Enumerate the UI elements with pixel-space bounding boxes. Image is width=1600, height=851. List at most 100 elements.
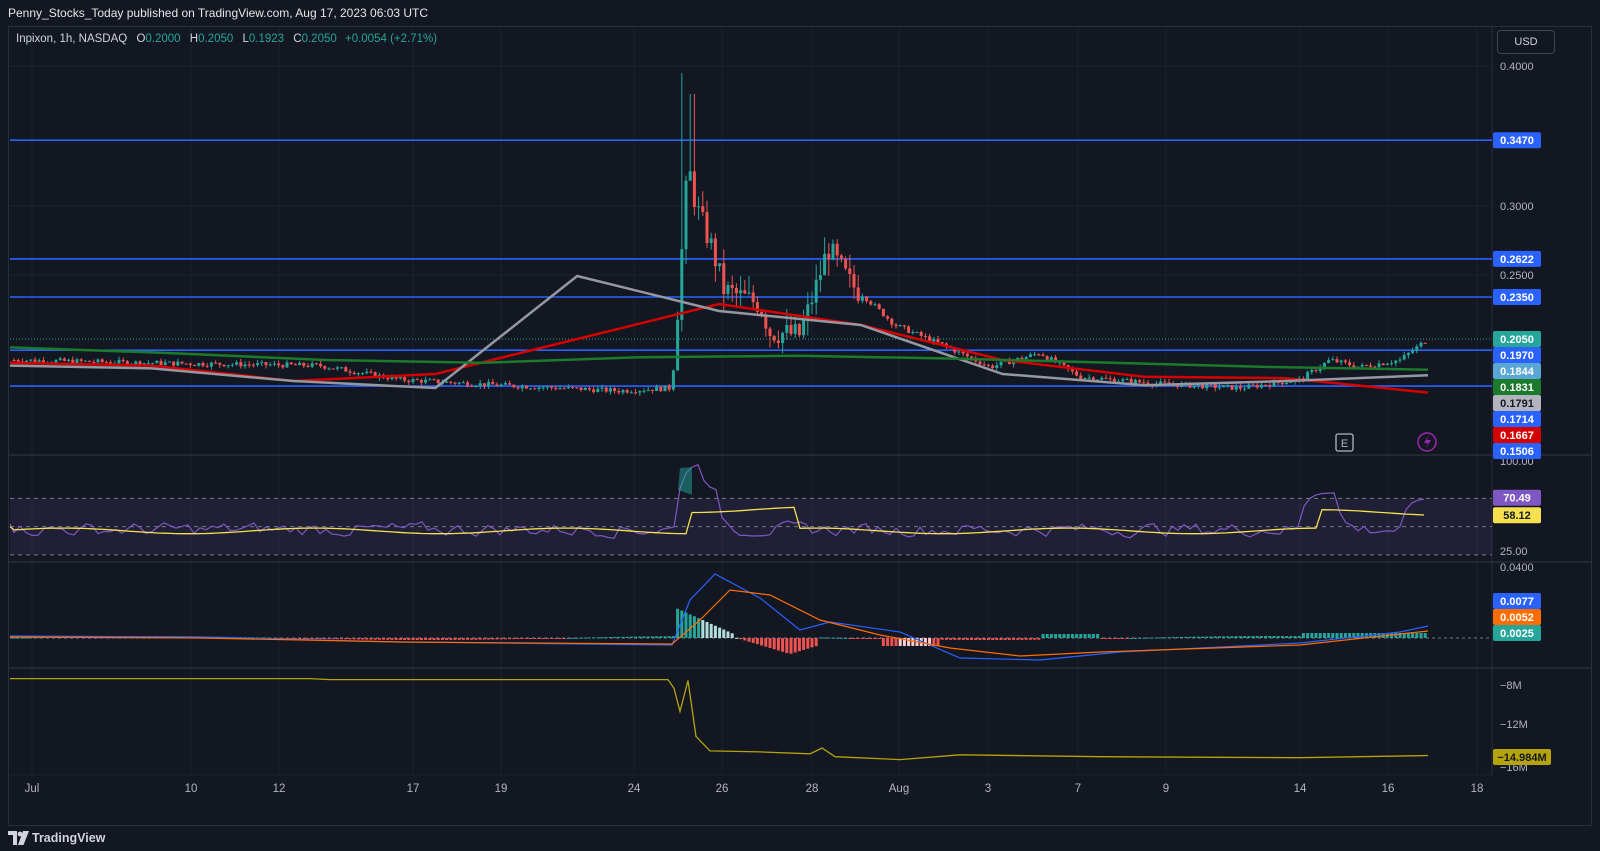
candle-body [104, 361, 108, 363]
macd-histogram-bar [1028, 638, 1032, 640]
macd-histogram-bar [747, 638, 751, 642]
macd-histogram-bar [394, 638, 398, 640]
candle-body [625, 390, 629, 393]
candle-body [419, 379, 423, 383]
macd-histogram-bar [1079, 634, 1083, 638]
time-axis-label: 28 [806, 783, 819, 795]
macd-histogram-bar [1075, 634, 1079, 638]
macd-tag: 0.0025 [1500, 628, 1534, 640]
candle-body [1335, 359, 1339, 363]
macd-histogram-bar [797, 638, 801, 652]
lightning-icon[interactable] [1417, 432, 1437, 452]
candle-body [1192, 385, 1196, 388]
candle-body [697, 206, 701, 208]
macd-histogram-bar [1322, 633, 1326, 638]
candle-body [1243, 388, 1247, 390]
macd-histogram-bar [970, 638, 974, 640]
macd-histogram-bar [1415, 633, 1419, 638]
symbol-label[interactable]: Inpixon, 1h, NASDAQ [16, 33, 127, 45]
earnings-icon[interactable]: E [1335, 433, 1354, 452]
macd-histogram-bar [1049, 634, 1053, 638]
candle-body [516, 387, 520, 389]
candle-body [827, 253, 831, 260]
candle-body [411, 379, 415, 383]
tradingview-logo-icon[interactable] [8, 831, 30, 845]
macd-histogram-bar [936, 638, 940, 646]
macd-histogram-bar [1041, 634, 1045, 638]
candle-body [1083, 378, 1087, 380]
candle-body [747, 292, 751, 294]
candle-body [663, 385, 667, 392]
macd-histogram-bar [1125, 638, 1129, 639]
candle-body [978, 361, 982, 365]
macd-histogram-bar [642, 636, 646, 638]
macd-histogram-bar [655, 636, 659, 638]
macd-histogram-bar [1175, 637, 1179, 639]
candle-body [403, 377, 407, 381]
macd-histogram-bar [1171, 637, 1175, 639]
macd-histogram-bar [621, 636, 625, 638]
candle-body [1251, 384, 1255, 386]
macd-histogram-bar [965, 638, 969, 640]
candle-body [1125, 378, 1129, 380]
volume-axis-tick: −12M [1500, 719, 1528, 731]
candle-body [785, 324, 789, 333]
candle-body [1133, 379, 1137, 384]
macd-histogram-bar [1016, 638, 1020, 640]
candle-body [243, 364, 247, 367]
close-key: C [293, 33, 302, 45]
candle-body [726, 284, 730, 294]
candle-body [180, 361, 184, 364]
chart-svg[interactable]: 0.40000.30000.2500100.0025.000.0400−8M−1… [0, 0, 1600, 851]
macd-histogram-bar [407, 638, 411, 640]
candle-body [1310, 370, 1314, 373]
candle-body [151, 363, 155, 365]
macd-histogram-bar [1234, 636, 1238, 638]
candle-body [503, 383, 507, 385]
candle-body [1087, 377, 1091, 379]
macd-histogram-bar [831, 637, 835, 639]
candle-body [965, 353, 969, 357]
macd-histogram-bar [1180, 636, 1184, 638]
candle-body [1201, 384, 1205, 389]
macd-histogram-bar [1306, 633, 1310, 638]
candle-body [251, 364, 255, 366]
macd-histogram-bar [1280, 636, 1284, 638]
candle-body [655, 386, 659, 391]
candle-body [365, 371, 369, 374]
macd-histogram-bar [907, 638, 911, 646]
price-tag: 0.1714 [1500, 414, 1535, 426]
brand-label[interactable]: TradingView [32, 831, 105, 845]
macd-histogram-bar [982, 638, 986, 640]
macd-histogram-bar [957, 638, 961, 640]
macd-histogram-bar [823, 637, 827, 639]
time-axis[interactable]: Jul 10 12 17 19 24 26 28 Aug 3 7 9 14 16 18 [25, 783, 1484, 795]
candle-body [235, 362, 239, 365]
macd-histogram-bar [1314, 633, 1318, 638]
macd-histogram-bar [587, 637, 591, 639]
macd-tag: 0.0052 [1500, 612, 1534, 624]
price-axis-tick: 0.4000 [1500, 61, 1534, 73]
candle-body [109, 362, 113, 364]
horizontal-levels[interactable] [10, 139, 1492, 387]
candle-body [957, 351, 961, 353]
macd-histogram-bar [856, 638, 860, 639]
macd-histogram-bar [781, 638, 785, 652]
macd-histogram-bar [877, 638, 881, 639]
candle-body [197, 363, 201, 366]
currency-button[interactable]: USD [1497, 30, 1555, 54]
candle-body [600, 387, 604, 389]
time-axis-label: 12 [273, 783, 286, 795]
candle-body [936, 339, 940, 343]
macd-histogram-bar [978, 638, 982, 640]
candle-body [386, 377, 390, 380]
macd-histogram-bar [537, 638, 541, 639]
candle-body [319, 363, 323, 367]
macd-line [9, 573, 1429, 661]
price-tag: 0.2350 [1500, 292, 1534, 304]
candle-body [575, 387, 579, 389]
macd-histogram-bar [730, 633, 734, 638]
macd-histogram-bar [520, 638, 524, 639]
candle-body [520, 386, 524, 389]
candle-body [184, 363, 188, 365]
